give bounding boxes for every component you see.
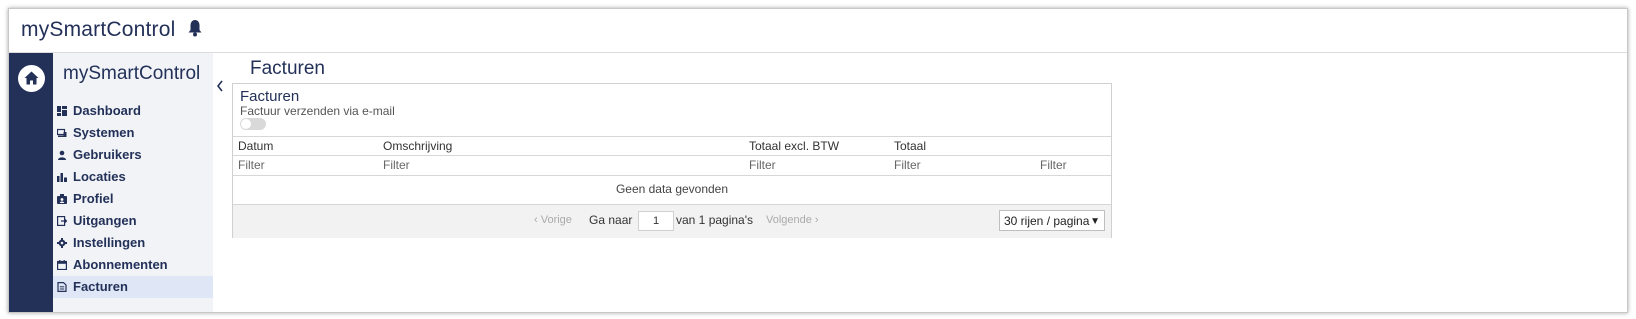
page-number-input[interactable]: 1 <box>638 211 674 231</box>
panel-title: Facturen <box>240 88 300 105</box>
goto-page-label: Ga naar <box>589 213 633 227</box>
sidebar-item-uitgangen[interactable]: Uitgangen <box>53 210 213 232</box>
table-header: Datum Omschrijving Totaal excl. BTW Tota… <box>233 136 1111 156</box>
empty-table-message: Geen data gevonden <box>615 182 729 196</box>
sidebar-item-label: Locaties <box>73 169 126 184</box>
sidebar-item-label: Abonnementen <box>73 257 168 272</box>
invoice-icon <box>57 282 67 292</box>
user-icon <box>58 150 66 160</box>
sidebar-item-facturen[interactable]: Facturen <box>53 276 213 298</box>
icon-rail <box>9 53 53 312</box>
filter-row <box>233 155 1111 176</box>
dashboard-icon <box>57 106 67 116</box>
sidebar-item-locaties[interactable]: Locaties <box>53 166 213 188</box>
toggle-knob <box>241 119 251 129</box>
column-header-totaal[interactable]: Totaal <box>894 139 926 153</box>
top-bar: mySmartControl <box>9 9 1627 53</box>
filter-input-omschrijving[interactable] <box>383 157 738 173</box>
locations-icon <box>57 173 67 182</box>
brand-logo[interactable]: mySmartControl <box>21 18 176 42</box>
outputs-icon <box>57 216 67 226</box>
sidebar-item-gebruikers[interactable]: Gebruikers <box>53 144 213 166</box>
sidebar-nav: Dashboard Systemen Gebruikers Locaties P… <box>53 100 213 298</box>
sidebar-title: mySmartControl <box>63 63 201 84</box>
sidebar-item-label: Profiel <box>73 191 114 206</box>
sidebar-item-label: Gebruikers <box>73 147 142 162</box>
filter-input-datum[interactable] <box>238 157 373 173</box>
systems-icon <box>57 128 67 137</box>
filter-input-totaal-excl-btw[interactable] <box>749 157 884 173</box>
sidebar-item-abonnementen[interactable]: Abonnementen <box>53 254 213 276</box>
sidebar: mySmartControl Dashboard Systemen Gebrui… <box>53 53 213 312</box>
filter-input-totaal[interactable] <box>894 157 1029 173</box>
total-pages-label: van 1 pagina's <box>676 213 754 227</box>
bell-icon[interactable] <box>187 19 203 37</box>
home-button[interactable] <box>18 65 45 92</box>
rows-per-page-select[interactable]: 30 rijen / pagina ▼ <box>999 210 1105 231</box>
pagination-bar: ‹ Vorige Ga naar 1 van 1 pagina's Volgen… <box>233 204 1111 238</box>
app-window: mySmartControl mySmartControl Dashboard … <box>8 8 1628 313</box>
email-invoice-label: Factuur verzenden via e-mail <box>240 104 395 118</box>
column-header-datum[interactable]: Datum <box>238 139 273 153</box>
sidebar-item-instellingen[interactable]: Instellingen <box>53 232 213 254</box>
sidebar-item-label: Uitgangen <box>73 213 137 228</box>
page-title: Facturen <box>250 58 325 79</box>
next-page-button[interactable]: Volgende › <box>766 214 819 226</box>
chevron-down-icon: ▼ <box>1090 216 1100 227</box>
sidebar-item-systemen[interactable]: Systemen <box>53 122 213 144</box>
column-header-omschrijving[interactable]: Omschrijving <box>383 139 452 153</box>
sidebar-item-label: Facturen <box>73 279 128 294</box>
sidebar-item-dashboard[interactable]: Dashboard <box>53 100 213 122</box>
collapse-sidebar-chevron-left-icon[interactable] <box>215 79 227 95</box>
home-icon <box>24 71 39 85</box>
profile-icon <box>57 194 67 204</box>
sidebar-item-label: Instellingen <box>73 235 146 250</box>
rows-per-page-value: 30 rijen / pagina <box>1004 214 1090 228</box>
previous-page-button[interactable]: ‹ Vorige <box>534 214 572 226</box>
sidebar-item-label: Systemen <box>73 125 135 140</box>
column-header-totaal-excl-btw[interactable]: Totaal excl. BTW <box>749 139 839 153</box>
calendar-icon <box>57 260 67 270</box>
filter-input-actions[interactable] <box>1040 157 1105 173</box>
invoices-panel: Facturen Factuur verzenden via e-mail Da… <box>232 83 1112 238</box>
sidebar-item-label: Dashboard <box>73 103 141 118</box>
email-invoice-toggle[interactable] <box>240 118 266 130</box>
sidebar-item-profiel[interactable]: Profiel <box>53 188 213 210</box>
gear-icon <box>57 238 67 248</box>
